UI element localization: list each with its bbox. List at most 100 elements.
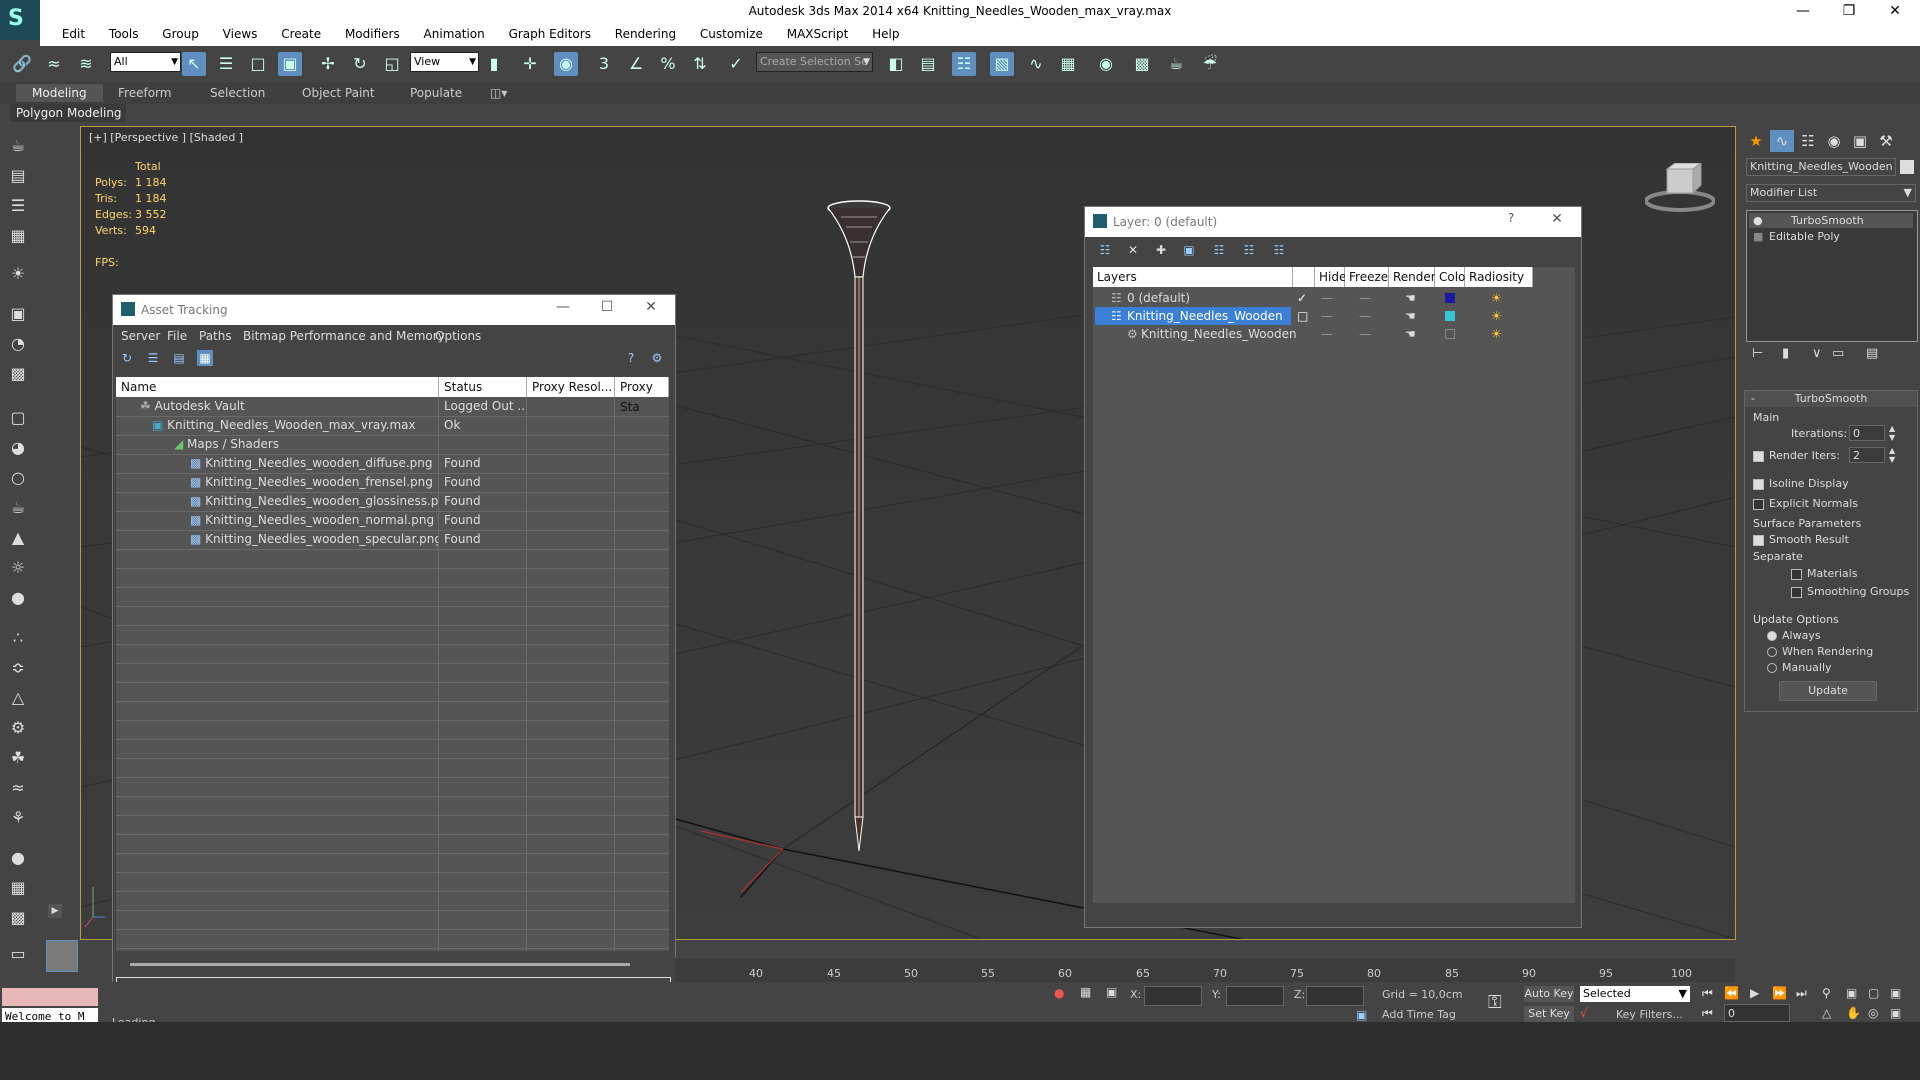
menu-customize[interactable]: Customize [690, 24, 773, 41]
layer-window-help-button[interactable]: ? [1497, 211, 1525, 225]
expand-arrow-icon[interactable]: ▶ [48, 904, 62, 918]
current-layer-box-icon[interactable]: □ [1297, 307, 1308, 325]
box-icon[interactable]: ▢ [6, 406, 30, 430]
ribbon-tab-modeling[interactable]: Modeling [16, 84, 103, 102]
select-object-icon[interactable]: ↖ [182, 52, 206, 76]
snaps-toggle-icon[interactable]: 3 [592, 52, 616, 76]
orbit-icon[interactable]: ◎ [1868, 1006, 1878, 1020]
menu-edit[interactable]: Edit [52, 24, 95, 41]
select-in-layer-icon[interactable]: ▣ [1181, 242, 1197, 258]
scale-icon[interactable]: ◱ [380, 52, 404, 76]
zoom-icon[interactable]: ⚲ [1822, 986, 1831, 1000]
key-filters-button[interactable]: Key Filters... [1616, 1008, 1683, 1021]
render-toggle-icon[interactable]: ☚ [1405, 325, 1416, 343]
rotate-icon[interactable]: ↻ [348, 52, 372, 76]
object-name-field[interactable]: Knitting_Needles_Wooden [1746, 158, 1896, 176]
selection-lock-pin-icon[interactable]: ● [1054, 986, 1064, 1000]
maxscript-listener[interactable] [2, 988, 98, 1006]
paint-icon[interactable]: ⚘ [6, 806, 30, 830]
teapot-icon[interactable]: ☕ [6, 134, 30, 158]
menu-help[interactable]: Help [862, 24, 909, 41]
freeze-toggle-icon[interactable]: — [1359, 307, 1371, 325]
help-icon[interactable]: ? [623, 350, 639, 366]
configure-modifier-sets-icon[interactable]: ▤ [1866, 346, 1878, 361]
go-to-end-icon[interactable]: ⏭ [1796, 986, 1807, 1001]
update-button[interactable]: Update [1779, 681, 1877, 701]
render-toggle-icon[interactable]: ☚ [1405, 307, 1416, 325]
zoom-extents-icon[interactable]: ▢ [1868, 986, 1879, 1000]
light-icon[interactable]: ☀ [6, 262, 30, 286]
ribbon-tab-populate[interactable]: Populate [410, 86, 462, 100]
column-header-proxy-resolution[interactable]: Proxy Resol... [527, 377, 615, 397]
show-end-result-icon[interactable]: ▮ [1782, 346, 1789, 361]
table-row[interactable]: ▣ Knitting_Needles_Wooden_max_vray.max O… [116, 416, 669, 436]
render-production-icon[interactable]: ☔ [1198, 52, 1222, 76]
stack-item-editable-poly[interactable]: ■ Editable Poly [1749, 229, 1913, 244]
window-crossing-icon[interactable]: ▣ [278, 52, 302, 76]
layer-col-hide[interactable]: Hide [1315, 267, 1346, 287]
key-mode-dropdown[interactable]: Selected ▼ [1580, 986, 1690, 1002]
render-toggle-icon[interactable]: ☚ [1405, 289, 1416, 307]
key-icon[interactable]: ⚿ [1488, 992, 1502, 1013]
menu-animation[interactable]: Animation [414, 24, 495, 41]
refresh-icon[interactable]: ↻ [119, 350, 135, 366]
at-menu-bitmap-performance[interactable]: Bitmap Performance and Memory [243, 329, 445, 343]
percent-snap-icon[interactable]: % [656, 52, 680, 76]
gear-icon[interactable]: ⚙ [6, 716, 30, 740]
layer-col-radiosity[interactable]: Radiosity [1465, 267, 1533, 287]
column-header-name[interactable]: Name [116, 377, 439, 397]
radiosity-icon[interactable]: ☀ [1491, 325, 1502, 343]
asset-tracking-maximize-button[interactable]: ☐ [593, 299, 621, 315]
layer-color-swatch[interactable] [1445, 311, 1455, 321]
pin-stack-icon[interactable]: ⊢ [1752, 346, 1763, 361]
delete-layer-icon[interactable]: ✕ [1125, 242, 1141, 258]
key-mode-toggle-icon[interactable]: ⏮ [1702, 1006, 1713, 1021]
asset-tracking-close-button[interactable]: ✕ [637, 299, 665, 315]
create-tab-icon[interactable]: ★ [1744, 130, 1768, 152]
update-manually-radio[interactable]: Manually [1767, 661, 1832, 674]
add-time-tag-label[interactable]: Add Time Tag [1382, 1008, 1456, 1021]
material-editor-icon[interactable]: ◉ [1094, 52, 1118, 76]
hide-toggle-icon[interactable]: — [1321, 307, 1333, 325]
selection-filter-dropdown[interactable]: All ▼ [110, 52, 181, 72]
utilities-tab-icon[interactable]: ⚒ [1874, 130, 1898, 152]
particles-icon[interactable]: ∴ [6, 626, 30, 650]
freeze-toggle-icon[interactable]: — [1359, 289, 1371, 307]
trash-icon[interactable]: ▭ [6, 942, 30, 966]
menu-tools[interactable]: Tools [99, 24, 149, 41]
materials-checkbox[interactable]: Materials [1791, 567, 1857, 580]
layer-row[interactable]: ☷ Knitting_Needles_Wooden □ — — ☚ ☀ [1093, 307, 1533, 325]
column-header-proxy-status[interactable]: Proxy Sta [615, 377, 669, 414]
link-icon[interactable]: 🔗 [10, 52, 34, 76]
render-iters-checkbox[interactable]: Render Iters: [1753, 449, 1840, 462]
x-coordinate-field[interactable] [1144, 986, 1202, 1006]
absolute-mode-icon[interactable]: ▣ [1106, 985, 1117, 999]
spinner-snap-icon[interactable]: ⇅ [688, 52, 712, 76]
hair-icon[interactable]: ≈ [6, 776, 30, 800]
modify-tab-icon[interactable]: ∿ [1770, 130, 1794, 152]
auto-key-button[interactable]: Auto Key [1524, 986, 1574, 1002]
render-setup-icon[interactable]: ▩ [1130, 52, 1154, 76]
viewport-thumbnail[interactable] [46, 940, 78, 972]
radiosity-icon[interactable]: ☀ [1491, 307, 1502, 325]
asset-tracking-minimize-button[interactable]: — [549, 299, 577, 315]
move-icon[interactable]: ✢ [316, 52, 340, 76]
layer-color-swatch[interactable] [1445, 329, 1455, 339]
sphere-icon[interactable]: ○ [6, 466, 30, 490]
set-key-button[interactable]: Set Key [1524, 1006, 1574, 1022]
menu-modifiers[interactable]: Modifiers [335, 24, 410, 41]
ribbon-options-icon[interactable]: ◫▾ [490, 86, 507, 100]
at-menu-paths[interactable]: Paths [199, 329, 232, 343]
current-frame-field[interactable]: 0 [1724, 1004, 1790, 1022]
render-iters-spinner-arrows-icon[interactable]: ▲ ▼ [1889, 446, 1895, 464]
menu-create[interactable]: Create [271, 24, 331, 41]
scrollbar-thumb[interactable] [130, 963, 630, 966]
restore-button[interactable]: ❐ [1826, 0, 1872, 24]
horizontal-scrollbar[interactable] [116, 955, 669, 973]
update-when-rendering-radio[interactable]: When Rendering [1767, 645, 1873, 658]
table-row[interactable]: ☘ Autodesk Vault Logged Out ... [116, 397, 669, 417]
align-icon[interactable]: ▤ [916, 52, 940, 76]
ribbon-panel-polygon-modeling[interactable]: Polygon Modeling [10, 104, 126, 122]
layer-col-layers[interactable]: Layers [1093, 267, 1293, 287]
blue-sphere-icon[interactable]: ● [6, 846, 30, 870]
